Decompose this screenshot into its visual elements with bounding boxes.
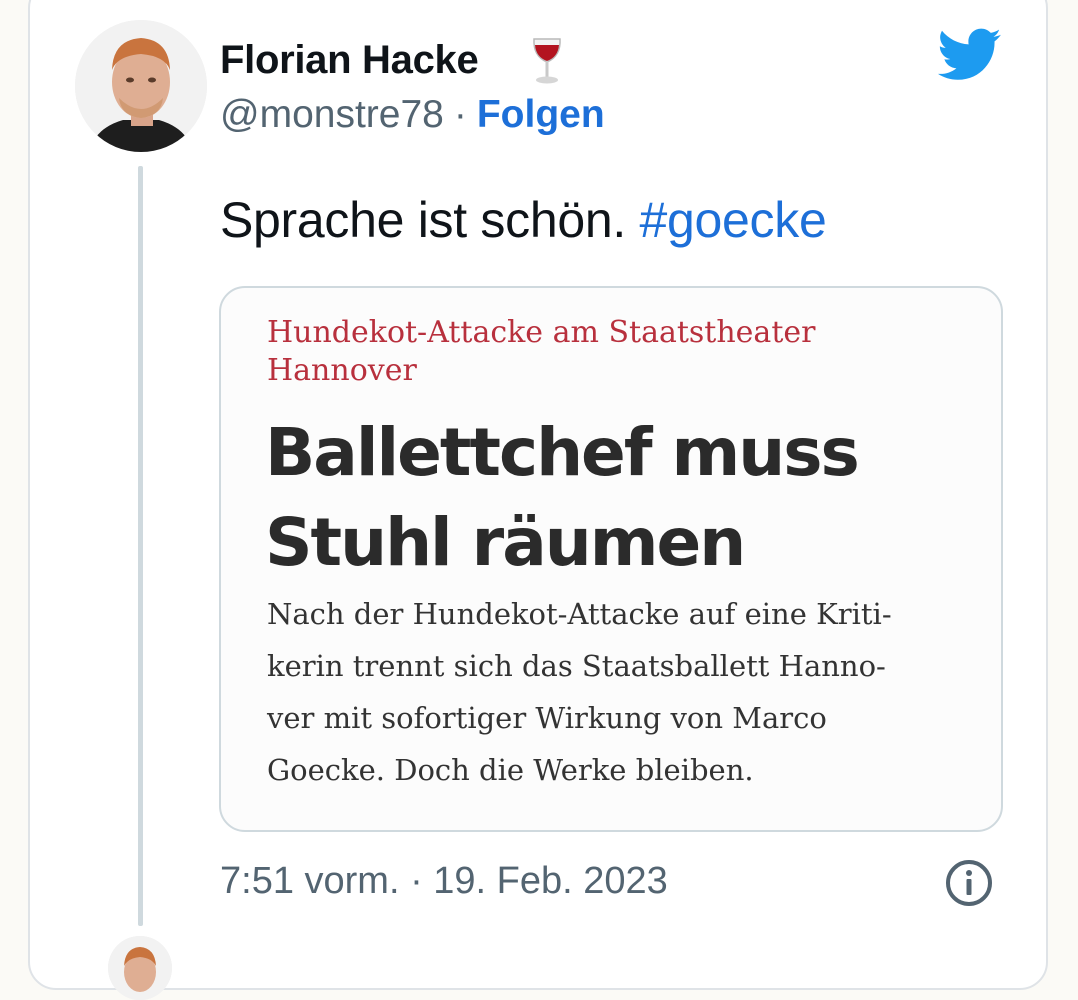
- teaser-line: Goecke. Doch die Werke bleiben.: [267, 753, 754, 787]
- teaser-line: kerin trennt sich das Staatsballett Hann…: [267, 649, 886, 683]
- article-teaser: Nach der Hundekot-Attacke auf eine Kriti…: [267, 588, 967, 796]
- teaser-line: ver mit sofortiger Wirkung von Marco: [267, 701, 827, 735]
- author-handle[interactable]: @monstre78: [220, 93, 444, 136]
- reply-author-avatar[interactable]: [108, 936, 172, 1000]
- author-name[interactable]: Florian Hacke: [220, 36, 479, 84]
- thread-line: [138, 166, 143, 926]
- separator-dot: ·: [453, 93, 467, 136]
- twitter-bird-icon[interactable]: [938, 28, 1002, 82]
- tweet-timestamp[interactable]: 7:51 vorm. · 19. Feb. 2023: [220, 858, 668, 904]
- article-headline: Ballettchef muss Stuhl räumen: [265, 408, 965, 588]
- handle-row: @monstre78 · Folgen: [220, 92, 605, 138]
- teaser-line: Nach der Hundekot-Attacke auf eine Kriti…: [267, 597, 892, 631]
- headline-line: Ballettchef muss: [265, 414, 860, 491]
- tweet-body-text: Sprache ist schön.: [220, 192, 626, 248]
- headline-line: Stuhl räumen: [265, 504, 746, 581]
- info-icon[interactable]: [944, 858, 994, 908]
- tweet-text: Sprache ist schön. #goecke: [220, 190, 827, 250]
- author-avatar[interactable]: [75, 20, 207, 152]
- article-image-card[interactable]: Hundekot-Attacke am Staatstheater Hannov…: [219, 286, 1003, 832]
- follow-button[interactable]: Folgen: [477, 93, 605, 136]
- article-kicker: Hundekot-Attacke am Staatstheater Hannov…: [267, 315, 816, 388]
- wine-glass-icon: [533, 38, 561, 84]
- hashtag-link[interactable]: #goecke: [640, 192, 827, 248]
